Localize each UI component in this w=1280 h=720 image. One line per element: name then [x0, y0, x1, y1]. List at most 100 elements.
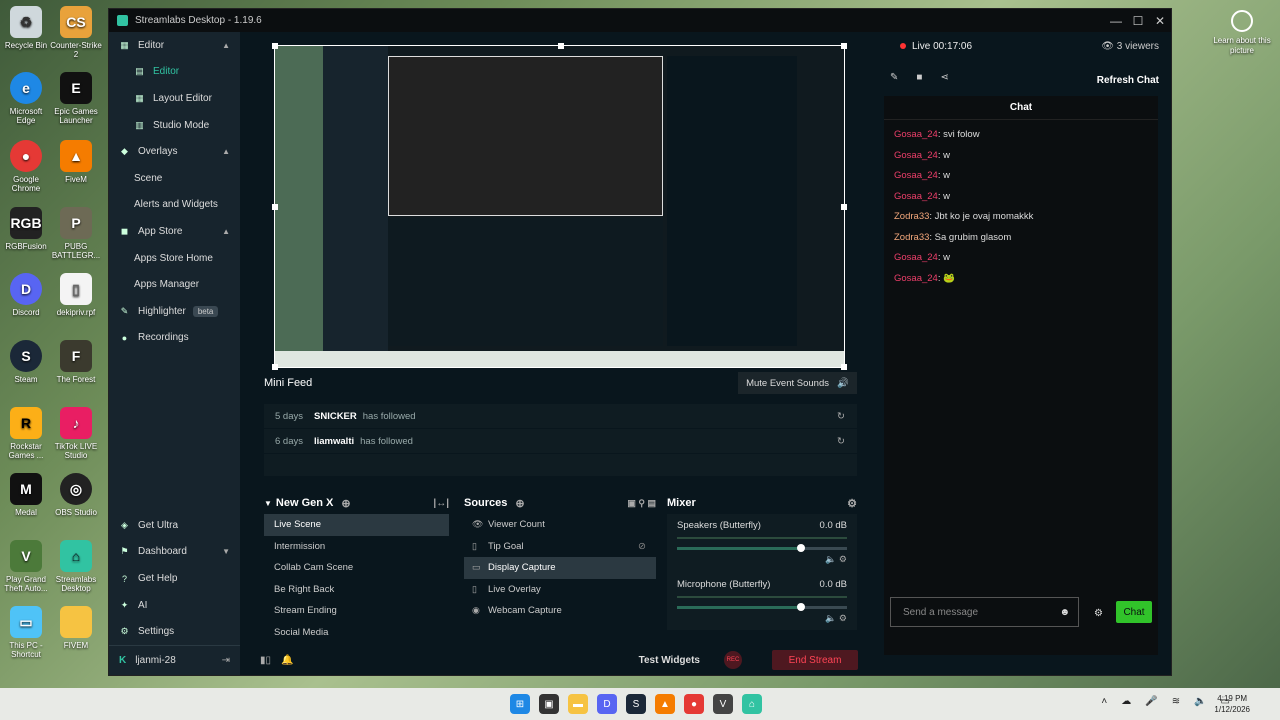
- desktop-icon-fivem[interactable]: ▲ FiveM: [50, 140, 102, 184]
- maximize-icon[interactable]: ☐: [1127, 14, 1149, 28]
- resize-handle[interactable]: [841, 43, 847, 49]
- volume-icon[interactable]: 🔈: [1194, 696, 1206, 707]
- cloud-icon[interactable]: ☁: [1121, 696, 1131, 707]
- resize-handle[interactable]: [841, 364, 847, 370]
- test-widgets-button[interactable]: Test Widgets: [639, 655, 700, 666]
- desktop-icon-chrome[interactable]: ● Google Chrome: [0, 140, 52, 193]
- refresh-chat-button[interactable]: Refresh Chat: [1097, 75, 1159, 86]
- task-view-icon[interactable]: ▣: [539, 694, 559, 714]
- discord-icon[interactable]: D: [597, 694, 617, 714]
- hidden-icon[interactable]: ⊘: [638, 541, 646, 552]
- close-icon[interactable]: ✕: [1149, 14, 1171, 28]
- camera-icon[interactable]: ■: [916, 72, 922, 83]
- chat-send-button[interactable]: Chat: [1116, 601, 1152, 623]
- desktop-icon-pubg[interactable]: P PUBG BATTLEGR...: [50, 207, 102, 260]
- steam-icon[interactable]: S: [626, 694, 646, 714]
- desktop-icon-recycle-bin[interactable]: ♻ Recycle Bin: [0, 6, 52, 50]
- desktop-icon-forest[interactable]: F The Forest: [50, 340, 102, 384]
- nav-apps-manager[interactable]: Apps Manager: [109, 271, 240, 298]
- mixer-gear-icon[interactable]: ⚙: [847, 497, 857, 510]
- resize-handle[interactable]: [272, 364, 278, 370]
- streamlabs-icon[interactable]: ⌂: [742, 694, 762, 714]
- nav-editor-sub[interactable]: ▤ Editor: [109, 59, 240, 86]
- collapse-icon[interactable]: |↔|: [433, 498, 449, 509]
- source-item[interactable]: ◉ Webcam Capture: [464, 600, 656, 622]
- nav-get-help[interactable]: ? Get Help: [109, 565, 240, 592]
- source-item[interactable]: ▭ Display Capture: [464, 557, 656, 579]
- nav-apps-home[interactable]: Apps Store Home: [109, 245, 240, 272]
- desktop-icon-epic[interactable]: E Epic Games Launcher: [50, 72, 102, 125]
- nav-highlighter[interactable]: ✎ Highlighter beta: [109, 298, 240, 325]
- desktop-icon-discord[interactable]: D Discord: [0, 273, 52, 317]
- source-item[interactable]: ▯ Tip Goal ⊘: [464, 536, 656, 558]
- add-source-icon[interactable]: ⊕: [515, 497, 524, 510]
- nav-alerts[interactable]: Alerts and Widgets: [109, 192, 240, 219]
- resize-handle[interactable]: [272, 204, 278, 210]
- stream-preview[interactable]: [272, 43, 847, 370]
- wifi-icon[interactable]: ≋: [1172, 696, 1180, 707]
- source-tools-icon[interactable]: ▣ ⚲ ▤: [627, 498, 656, 509]
- volume-knob[interactable]: [797, 603, 805, 611]
- repeat-icon[interactable]: ↻: [837, 411, 845, 422]
- clock[interactable]: 4:19 PM 1/12/2026: [1214, 693, 1250, 715]
- channel-controls[interactable]: 🔈 ⚙: [677, 613, 847, 624]
- nav-layout-editor[interactable]: ▦ Layout Editor: [109, 85, 240, 112]
- nav-dashboard[interactable]: ⚑ Dashboard ▼: [109, 539, 240, 566]
- volume-knob[interactable]: [797, 544, 805, 552]
- chat-settings-icon[interactable]: ⚙: [1094, 608, 1103, 619]
- chat-input[interactable]: Send a message ☻: [890, 597, 1079, 627]
- resize-handle[interactable]: [272, 43, 278, 49]
- scene-item[interactable]: Stream Ending: [264, 600, 449, 622]
- desktop-icon-gta[interactable]: V Play Grand Theft Auto...: [0, 540, 52, 593]
- minimize-icon[interactable]: —: [1105, 14, 1127, 28]
- resize-handle[interactable]: [841, 204, 847, 210]
- desktop-icon-thispc[interactable]: ▭ This PC - Shortcut: [0, 606, 52, 659]
- desktop-icon-cs2[interactable]: CS Counter-Strike 2: [50, 6, 102, 59]
- desktop-icon-tiktok[interactable]: ♪ TikTok LIVE Studio: [50, 407, 102, 460]
- nav-ai[interactable]: ✦ AI: [109, 592, 240, 619]
- share-icon[interactable]: ⋖: [940, 72, 948, 83]
- scene-item[interactable]: Intermission: [264, 536, 449, 558]
- repeat-icon[interactable]: ↻: [837, 436, 845, 447]
- nav-editor[interactable]: ▦ Editor ▲: [109, 32, 240, 59]
- chevron-up-icon[interactable]: ˄: [1101, 696, 1107, 707]
- nav-recordings[interactable]: ● Recordings: [109, 325, 240, 352]
- nav-get-ultra[interactable]: ◈ Get Ultra: [109, 512, 240, 539]
- scene-item[interactable]: Social Media: [264, 622, 449, 644]
- scene-item[interactable]: Collab Cam Scene: [264, 557, 449, 579]
- pencil-icon[interactable]: ✎: [890, 72, 898, 83]
- desktop-icon-obs[interactable]: ◎ OBS Studio: [50, 473, 102, 517]
- desktop-icon-edge[interactable]: e Microsoft Edge: [0, 72, 52, 125]
- learn-about-picture[interactable]: Learn about this picture: [1212, 10, 1272, 56]
- volume-slider[interactable]: [677, 544, 847, 552]
- emoji-icon[interactable]: ☻: [1059, 607, 1070, 618]
- nav-app-store[interactable]: ◼ App Store ▲: [109, 218, 240, 245]
- fivem-icon[interactable]: ▲: [655, 694, 675, 714]
- mute-event-sounds-button[interactable]: Mute Event Sounds 🔊: [738, 372, 857, 394]
- scene-item[interactable]: Live Scene: [264, 514, 449, 536]
- desktop-icon-rgbfusion[interactable]: RGB RGBFusion: [0, 207, 52, 251]
- nav-settings[interactable]: ⚙ Settings: [109, 618, 240, 645]
- desktop-icon-steam[interactable]: S Steam: [0, 340, 52, 384]
- desktop-icon-fivem-folder[interactable]: FIVEM: [50, 606, 102, 650]
- user-account[interactable]: Kljanmi-28 ⇥: [109, 645, 240, 675]
- nav-overlays[interactable]: ◆ Overlays ▲: [109, 138, 240, 165]
- record-button[interactable]: REC: [724, 651, 742, 669]
- notification-icon[interactable]: 🔔: [281, 655, 293, 666]
- mic-icon[interactable]: 🎤: [1145, 696, 1157, 707]
- start-icon[interactable]: ⊞: [510, 694, 530, 714]
- scene-item[interactable]: Be Right Back: [264, 579, 449, 601]
- source-item[interactable]: 👁 Viewer Count: [464, 514, 656, 536]
- stats-icon[interactable]: ▮▯: [260, 655, 271, 666]
- add-scene-icon[interactable]: ⊕: [341, 497, 350, 510]
- end-stream-button[interactable]: End Stream: [772, 650, 858, 670]
- desktop-icon-streamlabs[interactable]: ⌂ Streamlabs Desktop: [50, 540, 102, 593]
- desktop-icon-medal[interactable]: M Medal: [0, 473, 52, 517]
- volume-slider[interactable]: [677, 603, 847, 611]
- desktop-icon-rockstar[interactable]: R Rockstar Games ...: [0, 407, 52, 460]
- desktop-icon-dekipriv[interactable]: ▯ dekipriv.rpf: [50, 273, 102, 317]
- channel-controls[interactable]: 🔈 ⚙: [677, 554, 847, 565]
- file-explorer-icon[interactable]: ▬: [568, 694, 588, 714]
- source-item[interactable]: ▯ Live Overlay: [464, 579, 656, 601]
- gta-icon[interactable]: V: [713, 694, 733, 714]
